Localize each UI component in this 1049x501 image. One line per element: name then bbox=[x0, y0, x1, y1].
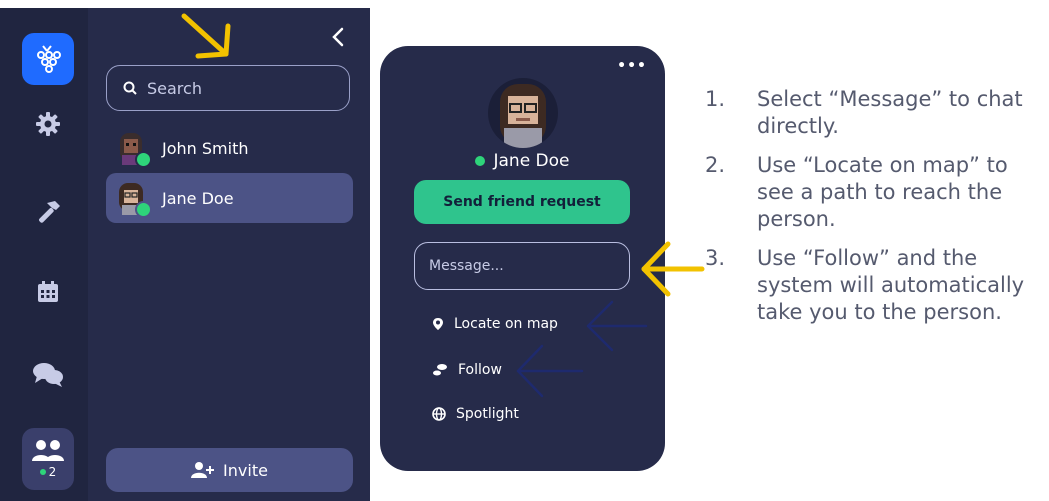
instruction-step: 3. Use “Follow” and the system will auto… bbox=[705, 245, 1045, 326]
profile-name: Jane Doe bbox=[493, 151, 570, 171]
friend-name: Jane Doe bbox=[162, 188, 234, 208]
build-hammer-icon[interactable] bbox=[30, 194, 66, 230]
friends-panel: Search John Smith Jane Doe Invite bbox=[88, 8, 370, 501]
follow-label: Follow bbox=[458, 362, 502, 378]
step-text: Select “Message” to chat directly. bbox=[757, 87, 1023, 138]
invite-button[interactable]: Invite bbox=[106, 448, 353, 492]
spotlight-button[interactable]: Spotlight bbox=[432, 406, 519, 422]
more-options-button[interactable]: ••• bbox=[617, 58, 647, 74]
follow-button[interactable]: Follow bbox=[432, 362, 502, 378]
people-button[interactable]: 2 bbox=[22, 428, 74, 490]
send-friend-request-button[interactable]: Send friend request bbox=[414, 180, 630, 224]
app-logo-button[interactable] bbox=[22, 33, 74, 85]
people-count: 2 bbox=[48, 465, 57, 479]
icon-rail: 2 bbox=[0, 8, 88, 501]
instruction-step: 1. Select “Message” to chat directly. bbox=[705, 86, 1045, 140]
profile-card: ••• Jane Doe Send friend request Locate … bbox=[380, 46, 665, 471]
pointer-arrow-icon bbox=[641, 241, 705, 297]
chevron-left-icon bbox=[332, 27, 344, 47]
search-placeholder: Search bbox=[147, 78, 202, 98]
pointer-arrow-icon bbox=[181, 13, 231, 59]
app-logo-icon bbox=[37, 45, 61, 73]
search-input[interactable]: Search bbox=[106, 65, 350, 111]
friend-item-john-smith[interactable]: John Smith bbox=[106, 123, 353, 173]
step-text: Use “Follow” and the system will automat… bbox=[757, 246, 1025, 324]
instruction-step: 2. Use “Locate on map” to see a path to … bbox=[705, 152, 1045, 233]
pointer-arrow-icon bbox=[586, 300, 648, 352]
pointer-arrow-icon bbox=[516, 344, 584, 398]
online-status-dot bbox=[135, 201, 152, 218]
calendar-icon[interactable] bbox=[30, 274, 66, 310]
chat-bubbles-icon[interactable] bbox=[30, 356, 66, 392]
online-count: 2 bbox=[39, 465, 57, 479]
step-text: Use “Locate on map” to see a path to rea… bbox=[757, 153, 1008, 231]
spotlight-label: Spotlight bbox=[456, 406, 519, 422]
invite-label: Invite bbox=[223, 460, 268, 480]
message-field[interactable] bbox=[414, 242, 630, 290]
collapse-panel-button[interactable] bbox=[331, 26, 345, 52]
settings-gear-icon[interactable] bbox=[30, 106, 66, 142]
avatar bbox=[114, 181, 152, 218]
online-status-dot bbox=[475, 156, 486, 166]
map-pin-icon bbox=[433, 318, 443, 330]
step-number: 3. bbox=[705, 246, 726, 270]
locate-on-map-button[interactable]: Locate on map bbox=[432, 316, 558, 332]
people-icon bbox=[32, 440, 64, 461]
profile-name-row: Jane Doe bbox=[380, 151, 665, 171]
avatar bbox=[114, 131, 152, 168]
footprints-icon bbox=[433, 364, 447, 376]
search-icon bbox=[123, 81, 137, 95]
instructions-list: 1. Select “Message” to chat directly. 2.… bbox=[705, 86, 1045, 338]
step-number: 1. bbox=[705, 87, 726, 111]
online-status-dot bbox=[135, 151, 152, 168]
friend-name: John Smith bbox=[162, 138, 249, 158]
step-number: 2. bbox=[705, 153, 726, 177]
profile-avatar bbox=[488, 78, 558, 148]
friend-item-jane-doe[interactable]: Jane Doe bbox=[106, 173, 353, 223]
locate-on-map-label: Locate on map bbox=[454, 316, 558, 332]
globe-icon bbox=[432, 407, 446, 421]
add-person-icon bbox=[191, 462, 215, 478]
online-dot bbox=[39, 469, 46, 475]
